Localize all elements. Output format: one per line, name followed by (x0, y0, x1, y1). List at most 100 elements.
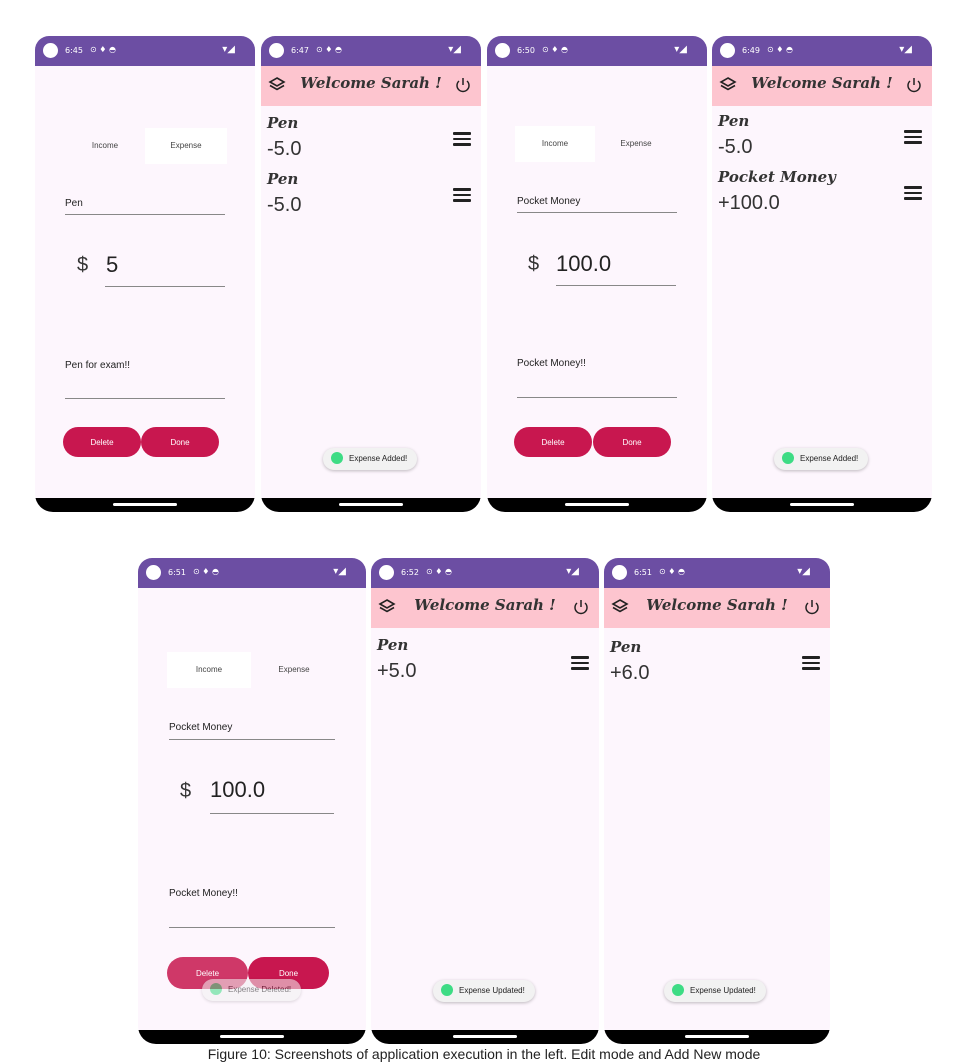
nav-bar (138, 1030, 366, 1044)
phone-screen-5: 6:51 ⊙ ♦ ◓ ▾◢ Income Expense Pocket Mone… (138, 558, 366, 1044)
phone-screen-1: 6:45 ⊙ ♦ ◓ ▾◢ Income Expense Pen $ 5 Pen… (35, 36, 255, 512)
list-item-name: Pocket Money (718, 168, 836, 186)
menu-icon[interactable] (571, 656, 589, 670)
amount-input[interactable]: 5 (106, 252, 118, 278)
camera-dot-icon (612, 565, 627, 580)
status-time: 6:51 (634, 568, 652, 577)
status-time: 6:49 (742, 46, 760, 55)
power-icon[interactable] (453, 75, 473, 95)
amount-underline (105, 286, 225, 287)
camera-dot-icon (495, 43, 510, 58)
tab-income[interactable]: Income (515, 126, 595, 162)
home-handle[interactable] (685, 1035, 749, 1038)
list-item-amount: -5.0 (267, 138, 302, 160)
status-icons: ⊙ ♦ ◓ (193, 567, 219, 576)
delete-button[interactable]: Delete (514, 427, 592, 457)
list-item-amount: +100.0 (718, 192, 780, 214)
status-time: 6:47 (291, 46, 309, 55)
menu-icon[interactable] (453, 132, 471, 146)
app-icon (441, 983, 453, 996)
home-handle[interactable] (339, 503, 403, 506)
note-underline (65, 398, 225, 399)
toast-text: Expense Deleted! (228, 985, 292, 994)
menu-icon[interactable] (904, 186, 922, 200)
status-time: 6:52 (401, 568, 419, 577)
network-icon: ▾◢ (797, 566, 810, 577)
list-item-name: Pen (267, 170, 299, 188)
toast-text: Expense Added! (800, 454, 859, 463)
title-input[interactable]: Pen (65, 198, 83, 209)
home-handle[interactable] (220, 1035, 284, 1038)
home-handle[interactable] (453, 1035, 517, 1038)
camera-dot-icon (379, 565, 394, 580)
tab-expense[interactable]: Expense (595, 126, 677, 162)
currency-symbol: $ (77, 254, 89, 276)
status-bar: 6:51 ⊙ ♦ ◓ ▾◢ (138, 558, 366, 588)
title-input[interactable]: Pocket Money (169, 722, 232, 733)
delete-button[interactable]: Delete (63, 427, 141, 457)
toast: Expense Updated! (433, 980, 535, 1002)
status-icons: ⊙ ♦ ◓ (659, 567, 685, 576)
nav-bar (261, 498, 481, 512)
menu-icon[interactable] (802, 656, 820, 670)
amount-underline (556, 285, 676, 286)
phone-screen-4: 6:49 ⊙ ♦ ◓ ▾◢ Welcome Sarah ! Pen -5.0 P… (712, 36, 932, 512)
network-icon: ▾◢ (674, 44, 687, 55)
welcome-title: Welcome Sarah ! (646, 596, 788, 614)
camera-dot-icon (720, 43, 735, 58)
tab-expense[interactable]: Expense (145, 128, 227, 164)
app-icon (672, 983, 684, 996)
note-input[interactable]: Pen for exam!! (65, 360, 130, 371)
amount-underline (210, 813, 334, 814)
home-handle[interactable] (790, 503, 854, 506)
note-underline (169, 927, 335, 928)
home-handle[interactable] (565, 503, 629, 506)
done-button[interactable]: Done (141, 427, 219, 457)
status-icons: ⊙ ♦ ◓ (316, 45, 342, 54)
power-icon[interactable] (802, 597, 822, 617)
amount-input[interactable]: 100.0 (210, 777, 265, 803)
nav-bar (35, 498, 255, 512)
toast: Expense Added! (323, 448, 418, 470)
power-icon[interactable] (904, 75, 924, 95)
tab-income[interactable]: Income (167, 652, 251, 688)
nav-bar (712, 498, 932, 512)
note-input[interactable]: Pocket Money!! (169, 888, 238, 899)
list-item-name: Pen (377, 636, 409, 654)
menu-icon[interactable] (453, 188, 471, 202)
title-underline (517, 212, 677, 213)
tab-expense[interactable]: Expense (251, 652, 337, 688)
network-icon: ▾◢ (448, 44, 461, 55)
menu-icon[interactable] (904, 130, 922, 144)
welcome-title: Welcome Sarah ! (751, 74, 893, 92)
nav-bar (487, 498, 707, 512)
home-handle[interactable] (113, 503, 177, 506)
title-underline (65, 214, 225, 215)
list-item-amount: +5.0 (377, 660, 417, 682)
status-icons: ⊙ ♦ ◓ (426, 567, 452, 576)
status-icons: ⊙ ♦ ◓ (90, 45, 116, 54)
done-button[interactable]: Done (593, 427, 671, 457)
phone-screen-2: 6:47 ⊙ ♦ ◓ ▾◢ Welcome Sarah ! Pen -5.0 P… (261, 36, 481, 512)
list-item-amount: -5.0 (267, 194, 302, 216)
status-time: 6:45 (65, 46, 83, 55)
status-bar: 6:50 ⊙ ♦ ◓ ▾◢ (487, 36, 707, 66)
tab-income[interactable]: Income (65, 128, 145, 164)
status-bar: 6:47 ⊙ ♦ ◓ ▾◢ (261, 36, 481, 66)
power-icon[interactable] (571, 597, 591, 617)
list-item-name: Pen (718, 112, 750, 130)
status-time: 6:50 (517, 46, 535, 55)
note-input[interactable]: Pocket Money!! (517, 358, 586, 369)
network-icon: ▾◢ (566, 566, 579, 577)
amount-input[interactable]: 100.0 (556, 251, 611, 277)
app-bar: Welcome Sarah ! (712, 66, 932, 106)
nav-bar (604, 1030, 830, 1044)
status-icons: ⊙ ♦ ◓ (542, 45, 568, 54)
nav-bar (371, 1030, 599, 1044)
title-input[interactable]: Pocket Money (517, 196, 580, 207)
app-icon (210, 982, 222, 995)
figure-caption: Figure 10: Screenshots of application ex… (207, 1046, 761, 1062)
camera-dot-icon (146, 565, 161, 580)
toast-text: Expense Updated! (690, 986, 756, 995)
app-icon (782, 451, 794, 464)
